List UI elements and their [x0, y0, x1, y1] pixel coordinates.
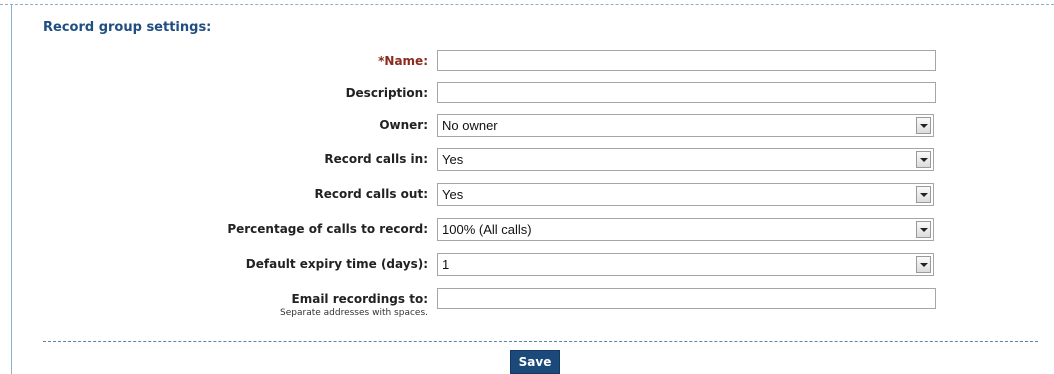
chevron-down-icon[interactable] [916, 186, 931, 203]
owner-select[interactable]: No owner [437, 114, 934, 137]
chevron-down-icon[interactable] [916, 221, 931, 238]
chevron-down-icon[interactable] [916, 117, 931, 134]
owner-row: Owner: No owner [0, 114, 1054, 138]
expiry-label: Default expiry time (days): [245, 257, 428, 271]
record-calls-out-row: Record calls out: Yes [0, 183, 1054, 207]
description-field[interactable] [437, 82, 936, 103]
chevron-down-icon[interactable] [916, 256, 931, 273]
record-group-settings-panel: Record group settings: *Name: Descriptio… [0, 0, 1054, 374]
percentage-select[interactable]: 100% (All calls) [437, 218, 934, 241]
expiry-row: Default expiry time (days): 1 [0, 253, 1054, 277]
email-hint: Separate addresses with spaces. [280, 308, 428, 318]
record-calls-out-label: Record calls out: [314, 187, 428, 201]
record-calls-in-select-value: Yes [442, 152, 464, 167]
email-field[interactable] [437, 288, 936, 309]
name-label: *Name: [378, 54, 428, 68]
record-calls-out-select-value: Yes [442, 187, 464, 202]
top-divider [0, 4, 1054, 5]
save-button[interactable]: Save [510, 350, 560, 374]
expiry-select[interactable]: 1 [437, 253, 934, 276]
name-field[interactable] [437, 50, 936, 71]
percentage-row: Percentage of calls to record: 100% (All… [0, 218, 1054, 242]
percentage-select-value: 100% (All calls) [442, 222, 532, 237]
owner-label: Owner: [379, 118, 428, 132]
bottom-divider [43, 341, 1038, 342]
expiry-select-value: 1 [442, 257, 450, 272]
record-calls-in-label: Record calls in: [324, 152, 428, 166]
owner-select-value: No owner [442, 118, 498, 133]
email-label: Email recordings to: [291, 292, 428, 306]
chevron-down-icon[interactable] [916, 151, 931, 168]
email-row: Email recordings to: Separate addresses … [0, 288, 1054, 322]
record-calls-in-select[interactable]: Yes [437, 148, 934, 171]
record-calls-in-row: Record calls in: Yes [0, 148, 1054, 172]
description-label: Description: [345, 86, 428, 100]
percentage-label: Percentage of calls to record: [227, 222, 428, 236]
description-row: Description: [0, 82, 1054, 106]
section-title: Record group settings: [43, 20, 212, 35]
name-row: *Name: [0, 50, 1054, 74]
record-calls-out-select[interactable]: Yes [437, 183, 934, 206]
